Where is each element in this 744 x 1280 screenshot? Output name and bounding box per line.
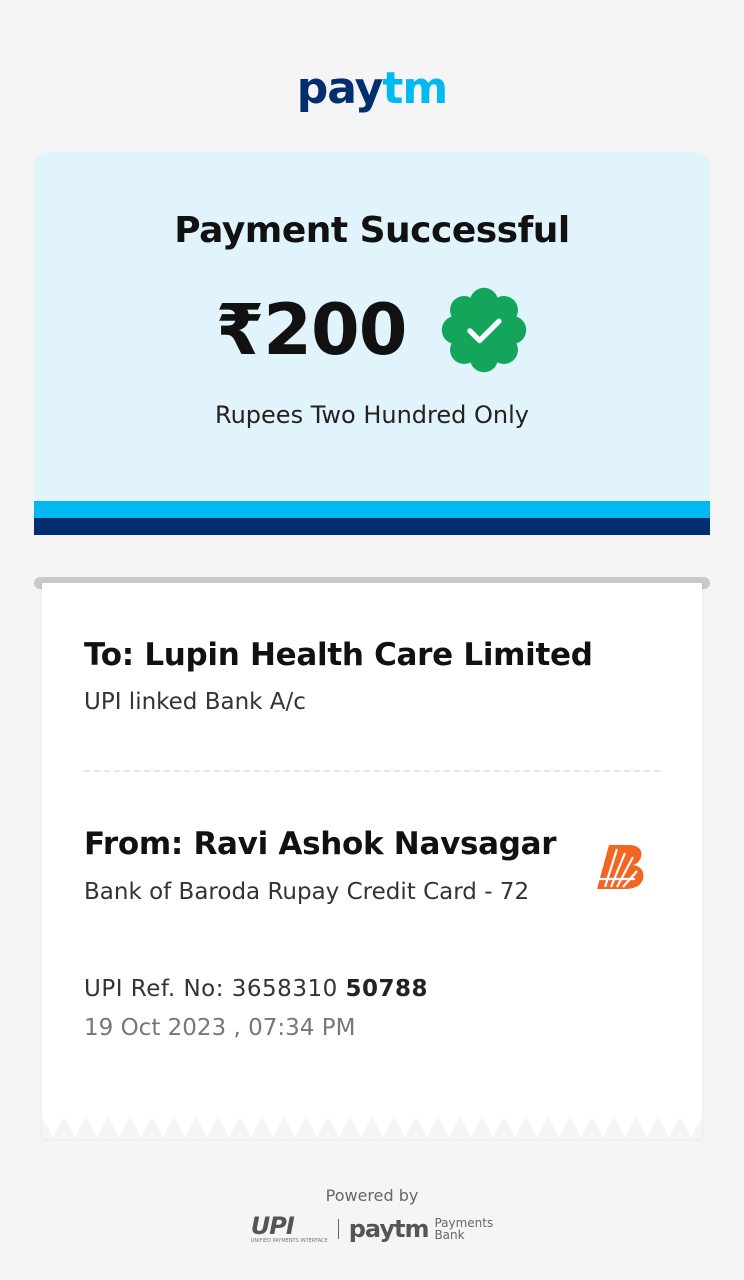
- amount-in-words: Rupees Two Hundred Only: [215, 401, 529, 429]
- payment-status-title: Payment Successful: [174, 210, 570, 251]
- upi-logo-subtext: UNIFIED PAYMENTS INTERFACE: [250, 1238, 328, 1244]
- payment-amount: ₹200: [215, 289, 408, 371]
- upi-ref-number: UPI Ref. No: 3658310 50788: [84, 976, 428, 1002]
- footer-paytm-logo: paytm: [348, 1215, 430, 1243]
- paytm-logo: paytm: [0, 64, 744, 114]
- logo-tm-text: tm: [382, 63, 448, 114]
- amount-row: ₹200: [34, 287, 710, 373]
- bank-of-baroda-logo-icon: [597, 845, 644, 889]
- upi-ref-label: UPI Ref. No:: [84, 976, 224, 1002]
- receipt-torn-edge: [42, 1117, 702, 1139]
- transaction-receipt: To: Lupin Health Care Limited UPI linked…: [42, 583, 702, 1139]
- payer-account: Bank of Baroda Rupay Credit Card - 72: [84, 879, 530, 905]
- section-divider: [84, 770, 660, 772]
- verified-check-badge-icon: [442, 287, 527, 373]
- transaction-datetime: 19 Oct 2023 , 07:34 PM: [84, 1015, 356, 1041]
- card-stripe-cyan: [34, 501, 710, 518]
- logo-pay-text: pay: [296, 63, 384, 114]
- payments-bank-label: Payments Bank: [434, 1217, 493, 1241]
- payments-bank-line2: Bank: [434, 1228, 465, 1242]
- powered-by-label: Powered by: [325, 1186, 419, 1205]
- payee-account: UPI linked Bank A/c: [84, 689, 306, 715]
- upi-logo-text: UPI: [250, 1212, 295, 1240]
- upi-ref-prefix: 3658310: [231, 976, 338, 1002]
- payment-status-card: Payment Successful ₹200 Rupees Two Hundr…: [34, 152, 710, 535]
- card-stripe-navy: [34, 518, 710, 535]
- upi-logo: UPI UNIFIED PAYMENTS INTERFACE: [251, 1214, 328, 1244]
- payee-name: To: Lupin Health Care Limited: [84, 637, 593, 673]
- payer-name: From: Ravi Ashok Navsagar: [84, 826, 557, 862]
- footer-separator: [337, 1219, 339, 1239]
- footer-logos: UPI UNIFIED PAYMENTS INTERFACE paytm Pay…: [0, 1212, 744, 1246]
- upi-ref-suffix: 50788: [345, 976, 429, 1002]
